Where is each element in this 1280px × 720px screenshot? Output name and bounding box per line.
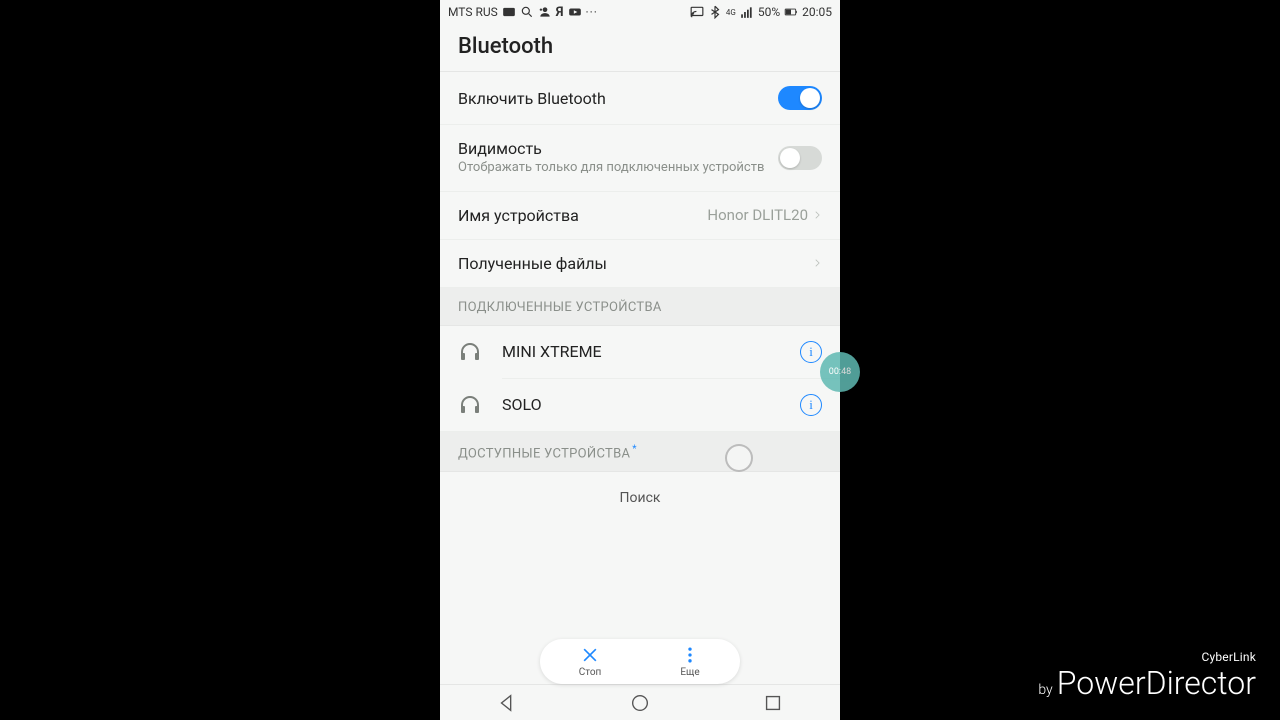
- row-device-name[interactable]: Имя устройства Honor DLITL20: [440, 192, 840, 240]
- row-received-files[interactable]: Полученные файлы: [440, 240, 840, 288]
- device-info-button[interactable]: i: [800, 394, 822, 416]
- more-notifications-icon: ···: [586, 5, 598, 19]
- device-name-value: Honor DLITL20: [707, 206, 808, 224]
- visibility-toggle[interactable]: [778, 146, 822, 170]
- paired-device-name: MINI XTREME: [502, 342, 800, 361]
- network-4g-icon: 4G: [726, 8, 736, 17]
- youtube-icon: [568, 5, 582, 19]
- carrier-label: MTS RUS: [448, 5, 498, 19]
- device-info-button[interactable]: i: [800, 341, 822, 363]
- headphones-icon: [458, 393, 482, 417]
- section-paired-devices: ПОДКЛЮЧЕННЫЕ УСТРОЙСТВА: [440, 288, 840, 326]
- device-name-label: Имя устройства: [458, 206, 707, 225]
- more-label: Еще: [680, 667, 699, 678]
- content: Включить Bluetooth Видимость Отображать …: [440, 72, 840, 684]
- row-visibility[interactable]: Видимость Отображать только для подключе…: [440, 125, 840, 192]
- yandex-icon: Я: [556, 5, 564, 20]
- watermark-product: PowerDirector: [1057, 664, 1256, 702]
- received-files-label: Полученные файлы: [458, 254, 812, 273]
- clock: 20:05: [802, 5, 832, 19]
- battery-pct: 50%: [758, 5, 780, 19]
- scanning-spinner-icon: *: [632, 444, 637, 455]
- video-watermark: CyberLink by PowerDirector: [1038, 650, 1256, 702]
- more-vertical-icon: [680, 645, 700, 665]
- record-timer: 00:48: [829, 367, 851, 377]
- touch-indicator: [725, 444, 753, 472]
- status-bar: MTS RUS Я ··· 4G 50% 20:05: [440, 0, 840, 24]
- watermark-by: by: [1038, 682, 1052, 698]
- stop-scan-button[interactable]: Стоп: [540, 645, 640, 678]
- bottom-action-bar: Стоп Еще: [540, 639, 740, 684]
- row-enable-bluetooth[interactable]: Включить Bluetooth: [440, 72, 840, 125]
- paired-device-row[interactable]: MINI XTREME i: [440, 326, 840, 378]
- enable-bluetooth-toggle[interactable]: [778, 86, 822, 110]
- section-available-devices: ДОСТУПНЫЕ УСТРОЙСТВА*: [440, 432, 840, 472]
- watermark-brand: CyberLink: [1038, 650, 1256, 664]
- visibility-label: Видимость: [458, 139, 778, 158]
- search-icon: [520, 5, 534, 19]
- add-contact-icon: [538, 5, 552, 19]
- headphones-icon: [458, 340, 482, 364]
- screen-recorder-bubble[interactable]: 00:48: [820, 352, 860, 392]
- signal-icon: [740, 5, 754, 19]
- enable-bluetooth-label: Включить Bluetooth: [458, 89, 778, 108]
- chevron-right-icon: [812, 258, 822, 268]
- navigation-bar: [440, 684, 840, 720]
- battery-icon: [784, 5, 798, 19]
- nav-back-button[interactable]: [496, 692, 518, 714]
- page-title: Bluetooth: [458, 34, 822, 59]
- scanning-label: Поиск: [440, 472, 840, 524]
- bluetooth-icon: [708, 5, 722, 19]
- visibility-sub: Отображать только для подключенных устро…: [458, 160, 778, 177]
- paired-device-name: SOLO: [502, 395, 800, 414]
- cast-icon: [690, 5, 704, 19]
- page-header: Bluetooth: [440, 24, 840, 72]
- stop-label: Стоп: [579, 667, 602, 678]
- message-icon: [502, 5, 516, 19]
- phone-screen: MTS RUS Я ··· 4G 50% 20:05 Bluetooth Вкл…: [440, 0, 840, 720]
- nav-recent-button[interactable]: [762, 692, 784, 714]
- more-options-button[interactable]: Еще: [640, 645, 740, 678]
- nav-home-button[interactable]: [629, 692, 651, 714]
- paired-device-row[interactable]: SOLO i: [440, 379, 840, 432]
- close-icon: [580, 645, 600, 665]
- chevron-right-icon: [812, 210, 822, 220]
